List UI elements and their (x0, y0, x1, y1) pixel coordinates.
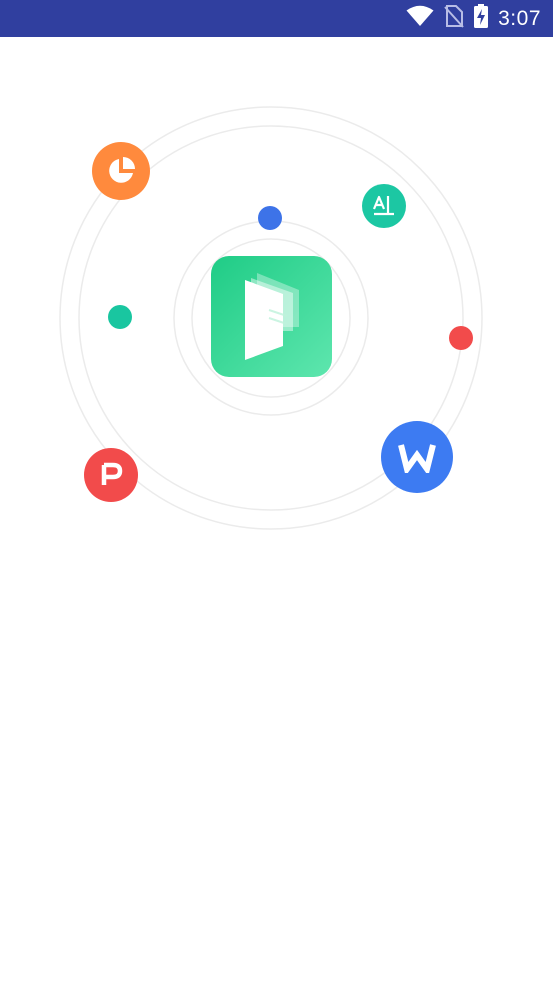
translate-file-bubble (362, 184, 406, 228)
green-dot (108, 305, 132, 329)
battery-charging-icon (474, 4, 489, 33)
word-icon (398, 444, 436, 473)
word-file-bubble (381, 421, 453, 493)
blue-dot (258, 206, 282, 230)
status-time: 3:07 (498, 6, 541, 30)
app-logo (211, 256, 332, 377)
wifi-icon (406, 5, 434, 32)
splash-screen (0, 37, 553, 983)
chart-file-bubble (92, 142, 150, 200)
text-translate-icon (372, 195, 394, 216)
pie-chart-icon (109, 157, 135, 183)
status-bar: 3:07 (0, 0, 553, 37)
red-dot (449, 326, 473, 350)
document-book-icon (245, 273, 299, 360)
ppt-file-bubble (84, 448, 138, 502)
status-icons: 3:07 (406, 0, 541, 37)
ppt-icon (101, 462, 123, 485)
no-sim-icon (444, 4, 464, 33)
